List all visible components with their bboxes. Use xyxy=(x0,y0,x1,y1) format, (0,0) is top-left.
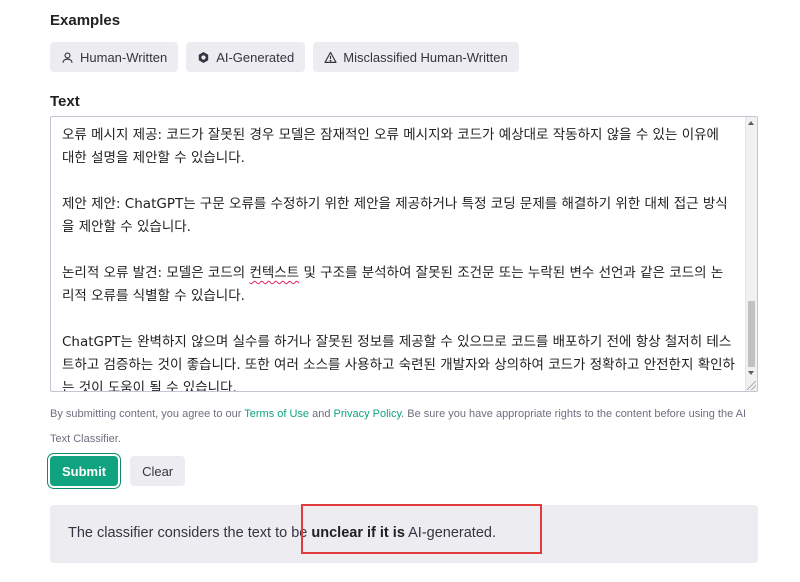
scroll-up-icon[interactable] xyxy=(748,121,754,125)
text-paragraph: 제안 제안: ChatGPT는 구문 오류를 수정하기 위한 제안을 제공하거나… xyxy=(62,196,728,235)
text-paragraph: 논리적 오류 발견: 모델은 코드의 컨텍스트 및 구조를 분석하여 잘못된 조… xyxy=(62,262,735,308)
example-ai-generated-button[interactable]: AI-Generated xyxy=(186,42,306,72)
warning-triangle-icon xyxy=(324,51,337,64)
textarea-scrollbar[interactable] xyxy=(745,117,757,391)
spellcheck-word: 컨텍스트 xyxy=(249,265,300,281)
text-heading: Text xyxy=(50,93,80,110)
example-misclassified-human-written-button[interactable]: Misclassified Human-Written xyxy=(313,42,519,72)
scroll-thumb[interactable] xyxy=(748,301,755,367)
classifier-result: The classifier considers the text to be … xyxy=(50,505,758,563)
text-fragment: 논리적 오류 발견: 모델은 코드의 xyxy=(62,265,250,281)
result-verdict: unclear if it is xyxy=(311,525,405,541)
terms-of-use-link[interactable]: Terms of Use xyxy=(244,408,309,420)
text-input-content[interactable]: 오류 메시지 제공: 코드가 잘못된 경우 모델은 잠재적인 오류 메시지와 코… xyxy=(62,124,735,392)
clear-button[interactable]: Clear xyxy=(130,456,186,486)
disclaimer-text: By submitting content, you agree to our xyxy=(50,408,245,420)
scroll-down-icon[interactable] xyxy=(748,371,754,375)
example-label: Misclassified Human-Written xyxy=(343,49,508,65)
disclaimer-text: and xyxy=(309,408,334,420)
openai-logo-icon xyxy=(197,51,210,64)
text-paragraph: 오류 메시지 제공: 코드가 잘못된 경우 모델은 잠재적인 오류 메시지와 코… xyxy=(62,127,719,166)
submit-button[interactable]: Submit xyxy=(50,456,119,486)
example-human-written-button[interactable]: Human-Written xyxy=(50,42,179,72)
result-prefix: The classifier considers the text to be xyxy=(68,525,312,541)
examples-row: Human-Written AI-Generated Misclassified… xyxy=(50,42,519,72)
user-icon xyxy=(61,51,74,64)
submission-disclaimer: By submitting content, you agree to our … xyxy=(50,402,760,452)
example-label: Human-Written xyxy=(80,49,168,65)
result-text: The classifier considers the text to be … xyxy=(68,525,496,541)
text-paragraph: ChatGPT는 완벽하지 않으며 실수를 하거나 잘못된 정보를 제공할 수 … xyxy=(62,334,735,392)
action-buttons: Submit Clear xyxy=(50,456,186,486)
resize-handle-icon[interactable] xyxy=(747,381,756,390)
text-input[interactable]: 오류 메시지 제공: 코드가 잘못된 경우 모델은 잠재적인 오류 메시지와 코… xyxy=(50,116,758,392)
examples-heading: Examples xyxy=(50,12,121,29)
result-suffix: AI-generated. xyxy=(404,525,496,541)
example-label: AI-Generated xyxy=(216,49,295,65)
privacy-policy-link[interactable]: Privacy Policy xyxy=(334,408,402,420)
